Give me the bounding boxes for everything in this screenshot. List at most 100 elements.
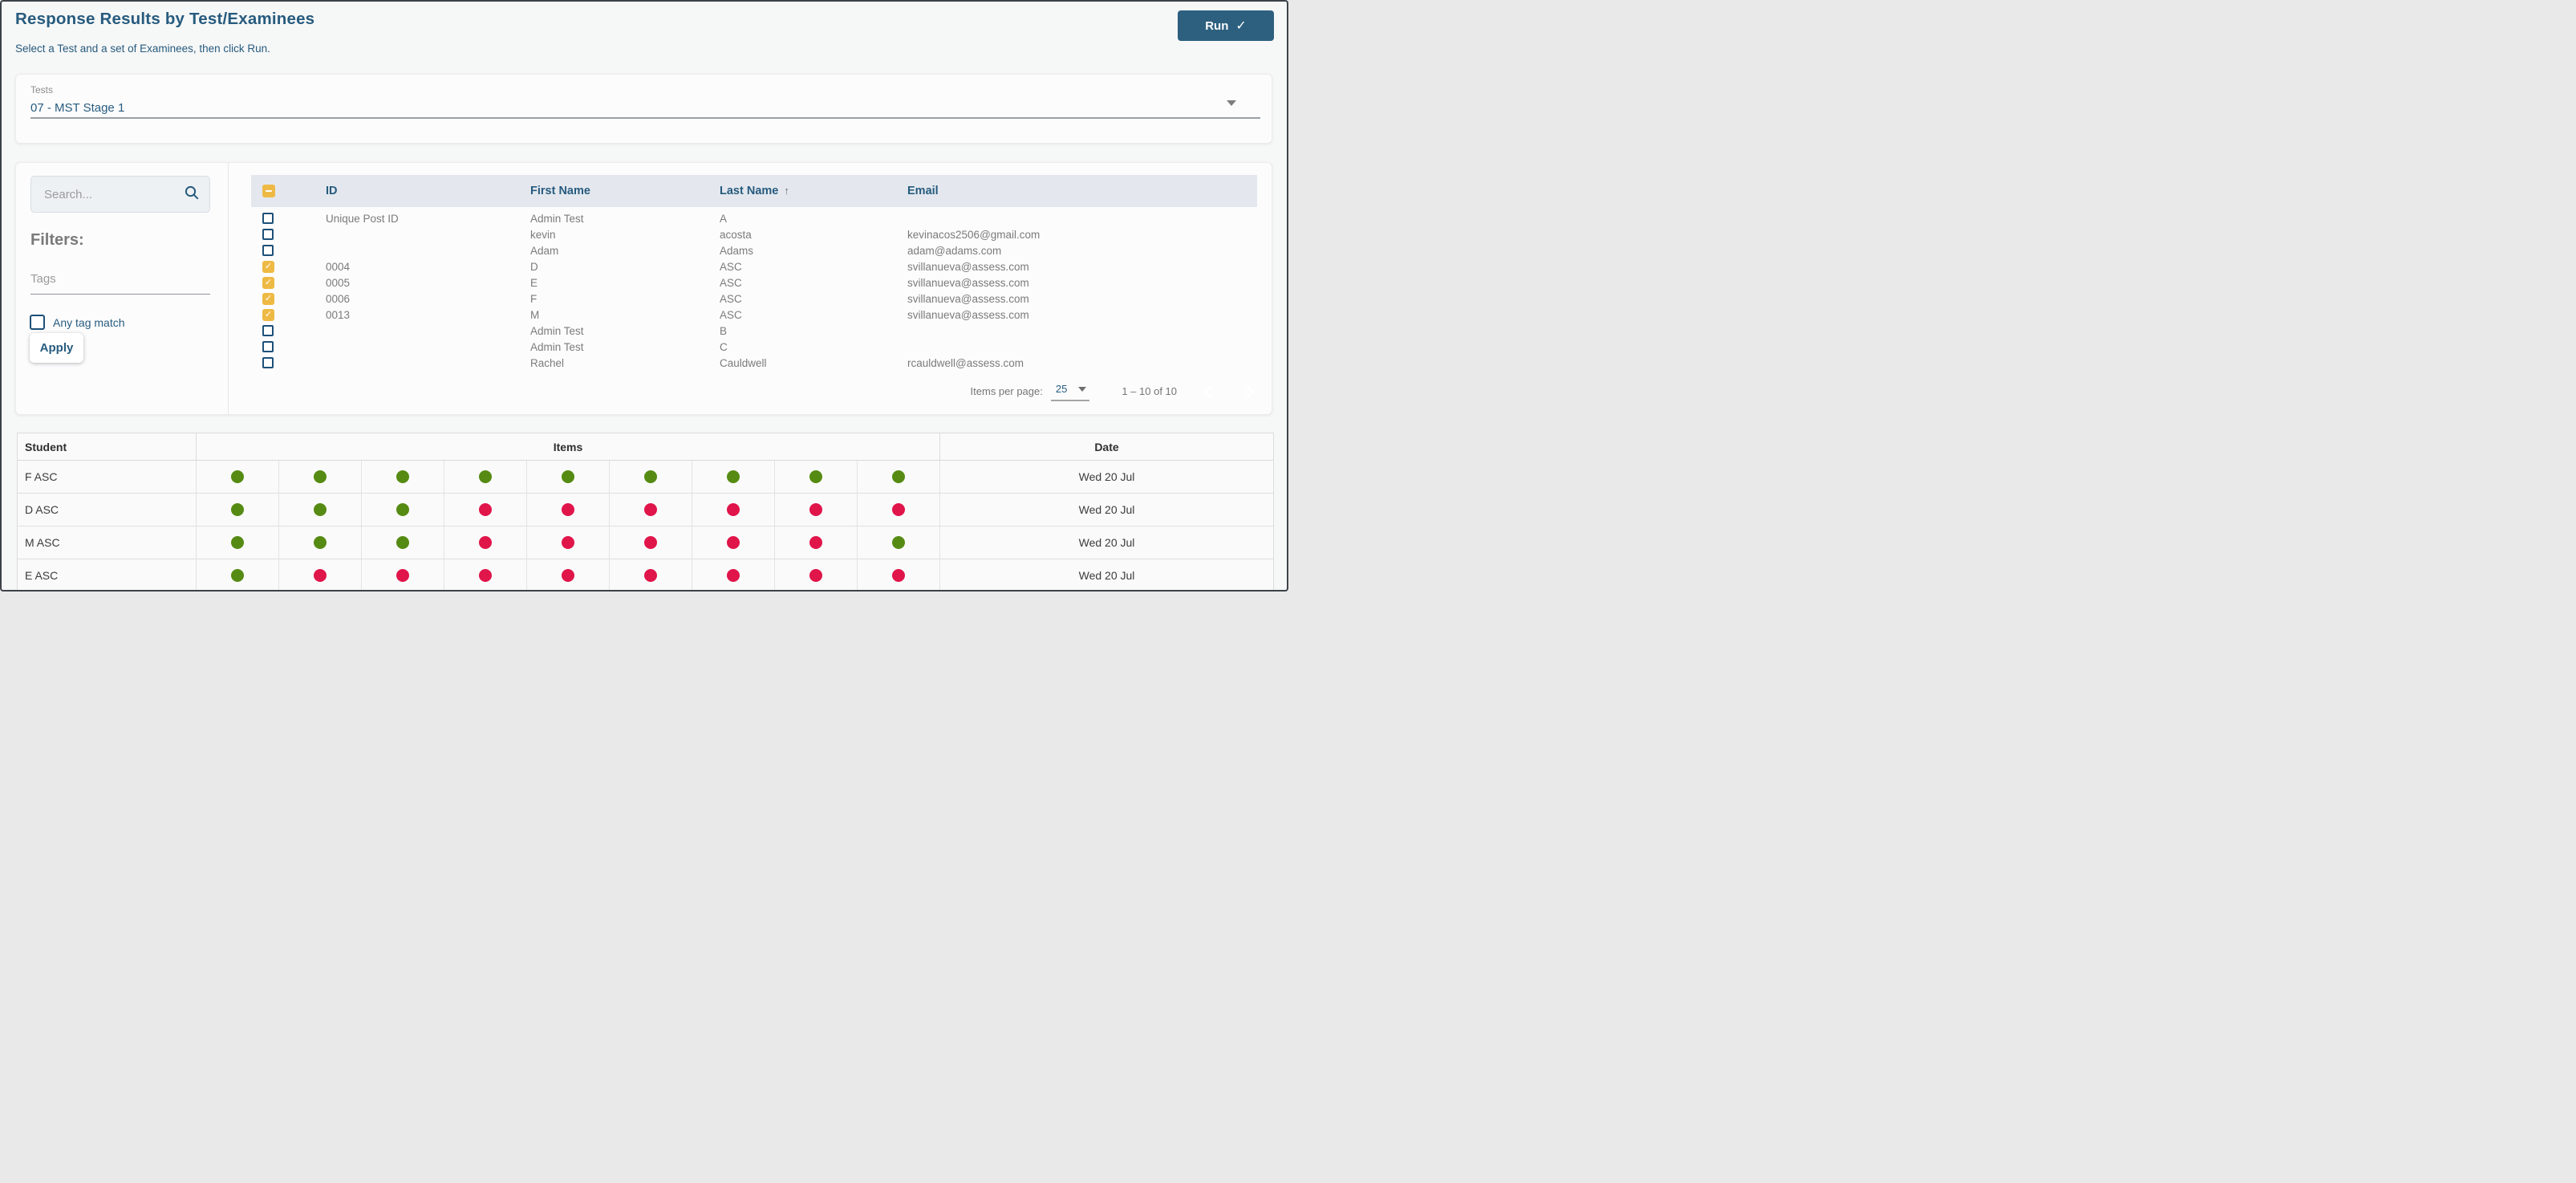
examinee-row[interactable]: Rachel Cauldwell rcauldwell@assess.com	[251, 355, 1257, 371]
any-tag-match-checkbox[interactable]	[30, 315, 45, 330]
tags-field[interactable]	[30, 269, 210, 295]
next-page-button[interactable]	[1240, 384, 1255, 398]
cell-last-name: A	[720, 212, 728, 225]
results-student-name: M ASC	[25, 536, 60, 549]
response-dot-correct	[892, 470, 905, 483]
row-checkbox-cell: ✓	[251, 276, 314, 289]
select-all-checkbox[interactable]	[262, 185, 275, 197]
previous-page-button[interactable]	[1203, 384, 1218, 398]
item-response-cell	[196, 494, 278, 526]
results-date: Wed 20 Jul	[939, 526, 1273, 559]
examinee-row[interactable]: ✓ 0004 D ASC svillanueva@assess.com	[251, 258, 1257, 274]
row-checkbox[interactable]	[262, 213, 274, 224]
cell-last-name: ASC	[720, 308, 742, 321]
response-dot-correct	[231, 569, 244, 582]
paginator: Items per page: 25 1 – 10 of 10	[251, 381, 1257, 401]
cell-first-name: Admin Test	[530, 340, 584, 353]
item-response-cell	[278, 526, 361, 559]
response-dot-correct	[396, 470, 409, 483]
row-checkbox[interactable]: ✓	[262, 260, 274, 273]
page-subtitle: Select a Test and a set of Examinees, th…	[15, 43, 270, 55]
examinee-row[interactable]: Admin Test B	[251, 323, 1257, 339]
examinee-row[interactable]: ✓ 0005 E ASC svillanueva@assess.com	[251, 274, 1257, 291]
results-student-name: E ASC	[25, 569, 59, 582]
any-tag-match-option[interactable]: Any tag match	[30, 315, 125, 330]
response-dot-incorrect	[809, 503, 822, 516]
results-table: Student Items Date F ASC Wed 20 Jul D ASC W…	[17, 433, 1274, 590]
response-dot-incorrect	[892, 503, 905, 516]
search-box[interactable]	[30, 176, 210, 213]
response-dot-correct	[727, 470, 740, 483]
results-date: Wed 20 Jul	[939, 461, 1273, 493]
tags-input[interactable]	[30, 269, 210, 294]
cell-email: svillanueva@assess.com	[907, 260, 1029, 273]
item-response-cell	[278, 559, 361, 590]
item-response-cell	[278, 461, 361, 493]
cell-last-name: Cauldwell	[720, 356, 767, 369]
cell-first-name: Adam	[530, 244, 559, 257]
item-response-cell	[278, 494, 361, 526]
item-response-cell	[774, 461, 857, 493]
item-response-cell	[774, 526, 857, 559]
row-checkbox[interactable]: ✓	[262, 292, 274, 305]
tests-select-value[interactable]: 07 - MST Stage 1	[30, 101, 1260, 115]
response-dot-correct	[809, 470, 822, 483]
apply-button[interactable]: Apply	[30, 333, 83, 363]
row-checkbox[interactable]	[262, 357, 274, 368]
results-table-body: F ASC Wed 20 Jul D ASC Wed 20 Jul M ASC Wed 2…	[18, 461, 1273, 590]
cell-first-name: E	[530, 276, 538, 289]
column-header-id[interactable]: ID	[314, 185, 519, 197]
column-header-email[interactable]: Email	[896, 185, 1257, 197]
results-student-name: D ASC	[25, 503, 59, 516]
examinee-row[interactable]: kevin acosta kevinacos2506@gmail.com	[251, 226, 1257, 242]
response-dot-incorrect	[479, 503, 492, 516]
row-checkbox[interactable]	[262, 229, 274, 240]
tests-select-underline	[30, 117, 1260, 119]
cell-last-name: ASC	[720, 292, 742, 305]
examinee-row[interactable]: ✓ 0013 M ASC svillanueva@assess.com	[251, 307, 1257, 323]
row-checkbox-cell	[251, 341, 314, 352]
row-checkbox[interactable]	[262, 341, 274, 352]
response-dot-correct	[562, 470, 574, 483]
item-response-cell	[609, 526, 692, 559]
examinees-table-body: Unique Post ID Admin Test Akevin acosta kevi…	[251, 207, 1257, 371]
response-dot-incorrect	[479, 536, 492, 549]
cell-email: svillanueva@assess.com	[907, 292, 1029, 305]
item-response-cell	[444, 461, 526, 493]
examinee-row[interactable]: ✓ 0006 F ASC svillanueva@assess.com	[251, 291, 1257, 307]
row-checkbox[interactable]: ✓	[262, 308, 274, 321]
item-response-cell	[857, 461, 939, 493]
item-response-cell	[857, 559, 939, 590]
cell-first-name: Rachel	[530, 356, 565, 369]
search-input[interactable]	[43, 186, 184, 202]
run-button[interactable]: Run ✓	[1178, 10, 1274, 41]
row-checkbox[interactable]	[262, 245, 274, 256]
sort-ascending-icon: ↑	[784, 185, 789, 197]
item-response-cell	[361, 461, 444, 493]
item-response-cell	[444, 526, 526, 559]
item-response-cell	[692, 461, 774, 493]
response-dot-incorrect	[314, 569, 327, 582]
chevron-down-icon[interactable]	[1227, 100, 1236, 106]
item-response-cell	[526, 461, 609, 493]
item-response-cell	[609, 494, 692, 526]
cell-id: 0006	[326, 292, 351, 305]
cell-id: 0004	[326, 260, 351, 273]
page-title: Response Results by Test/Examinees	[15, 10, 315, 28]
examinee-row[interactable]: Adam Adams adam@adams.com	[251, 242, 1257, 258]
items-per-page-select[interactable]: 25	[1050, 381, 1090, 401]
response-dot-correct	[396, 536, 409, 549]
examinee-row[interactable]: Admin Test C	[251, 339, 1257, 355]
row-checkbox[interactable]	[262, 325, 274, 336]
page-header: Response Results by Test/Examinees Selec…	[15, 10, 1158, 55]
column-header-last-name[interactable]: Last Name ↑	[708, 185, 896, 197]
examinee-row[interactable]: Unique Post ID Admin Test A	[251, 210, 1257, 226]
item-response-cell	[361, 494, 444, 526]
response-dot-incorrect	[727, 569, 740, 582]
search-icon[interactable]	[184, 185, 200, 205]
row-checkbox[interactable]: ✓	[262, 276, 274, 289]
column-header-first-name[interactable]: First Name	[519, 185, 708, 197]
chevron-right-icon	[1240, 384, 1255, 398]
cell-first-name: M	[530, 308, 540, 321]
row-checkbox-cell	[251, 229, 314, 240]
